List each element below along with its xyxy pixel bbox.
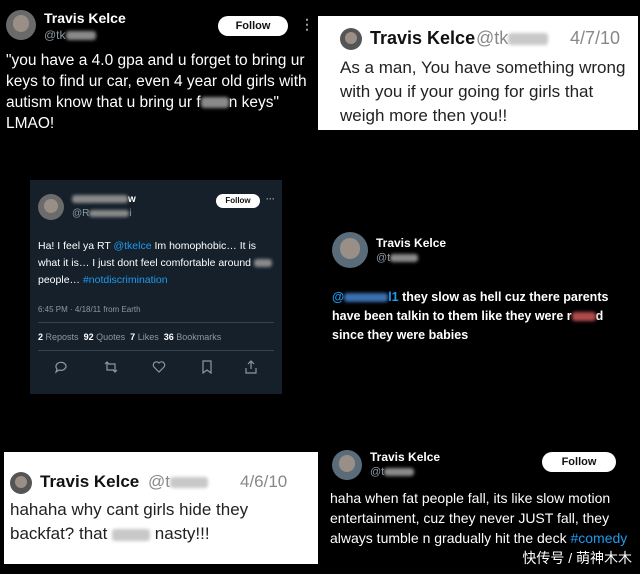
avatar[interactable]: [340, 28, 362, 50]
author-name[interactable]: Travis Kelce: [44, 10, 126, 26]
tweet-card-4: Travis Kelce @t @ l1 they slow as hell cu…: [322, 224, 638, 360]
tweet-date: 4/6/10: [240, 472, 288, 491]
bookmarks-count[interactable]: 36 Bookmarks: [164, 332, 222, 342]
more-options-icon[interactable]: ⋮: [300, 16, 314, 33]
author-name[interactable]: Travis Kelce: [370, 450, 440, 464]
follow-button[interactable]: Follow: [542, 452, 616, 472]
tweet-meta: 6:45 PM · 4/18/11 from Earth: [38, 305, 141, 314]
follow-button[interactable]: Follow: [216, 194, 260, 208]
author-name[interactable]: Travis Kelce: [370, 28, 475, 49]
bookmark-icon[interactable]: [200, 360, 214, 374]
author-handle[interactable]: @tk: [44, 28, 96, 42]
reply-icon[interactable]: [54, 360, 68, 374]
quotes-count[interactable]: 92 Quotes: [84, 332, 126, 342]
tweet-date: 4/7/10: [570, 28, 621, 48]
divider: [38, 350, 274, 351]
follow-button[interactable]: Follow: [218, 16, 288, 36]
tweet-stats: 2 Reposts 92 Quotes 7 Likes 36 Bookmarks: [38, 332, 221, 342]
tweet-text: haha when fat people fall, its like slow…: [330, 490, 628, 546]
avatar[interactable]: [10, 472, 32, 494]
divider: [38, 322, 274, 323]
tweet-text: hahaha why cant girls hide they backfat?…: [10, 500, 249, 543]
avatar[interactable]: [6, 10, 36, 40]
tweet-text: Ha! I feel ya RT @tkelce Im homophobic… …: [38, 238, 276, 289]
author-handle[interactable]: @tk: [476, 28, 549, 49]
tweet-card-3: w @R i Follow ··· Ha! I feel ya RT @tkelc…: [30, 180, 282, 394]
tweet-card-2: Travis Kelce @tk 4/7/10 As a man, You ha…: [318, 16, 638, 130]
tweet-text: "you have a 4.0 gpa and u forget to brin…: [6, 52, 307, 132]
author-name[interactable]: w: [72, 194, 136, 205]
tweet-card-1: Travis Kelce @tk Follow ⋮ "you have a 4.…: [0, 0, 318, 140]
tweet-card-5: Travis Kelce @t 4/6/10 hahaha why cant g…: [4, 452, 318, 564]
tweet-text: @ l1 they slow as hell cuz there parents …: [332, 290, 609, 342]
likes-count[interactable]: 7 Likes: [130, 332, 159, 342]
more-options-icon[interactable]: ···: [266, 194, 275, 204]
avatar[interactable]: [332, 450, 362, 480]
watermark: 快传号 / 萌神木木: [522, 550, 632, 566]
reposts-count[interactable]: 2 Reposts: [38, 332, 79, 342]
author-name[interactable]: Travis Kelce: [40, 472, 139, 492]
author-name[interactable]: Travis Kelce: [376, 236, 446, 250]
share-icon[interactable]: [244, 360, 258, 374]
author-handle[interactable]: @R i: [72, 208, 132, 219]
avatar[interactable]: [38, 194, 64, 220]
repost-icon[interactable]: [104, 360, 118, 374]
like-icon[interactable]: [152, 360, 166, 374]
tweet-text: As a man, You have something wrong with …: [340, 58, 626, 125]
author-handle[interactable]: @t: [376, 252, 419, 264]
author-handle[interactable]: @t: [148, 472, 208, 492]
avatar[interactable]: [332, 232, 368, 268]
author-handle[interactable]: @t: [370, 466, 415, 478]
